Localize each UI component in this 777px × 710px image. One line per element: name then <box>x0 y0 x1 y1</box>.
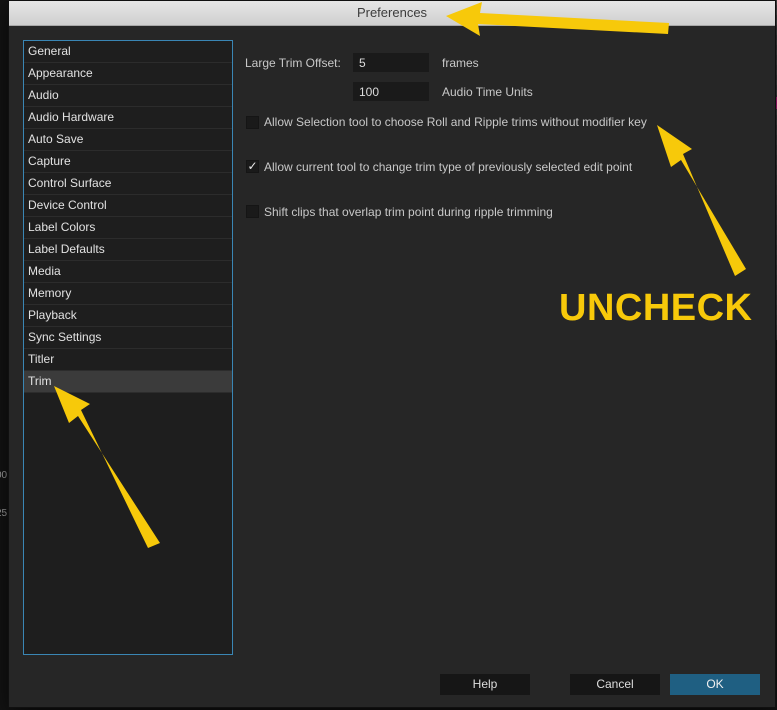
background-ruler: 00 25 <box>0 462 8 522</box>
shift-clips-label: Shift clips that overlap trim point duri… <box>264 205 553 219</box>
sidebar-item-titler[interactable]: Titler <box>24 349 232 371</box>
annotation-uncheck-text: UNCHECK <box>559 287 753 329</box>
ruler-label-bottom: 25 <box>0 508 8 519</box>
preferences-sidebar: General Appearance Audio Audio Hardware … <box>23 40 233 655</box>
large-trim-offset-label: Large Trim Offset: <box>245 56 341 70</box>
frames-unit-label: frames <box>442 56 479 70</box>
allow-selection-tool-checkbox[interactable] <box>246 116 259 129</box>
window-title: Preferences <box>356 5 428 20</box>
checkmark-icon: ✓ <box>247 159 258 173</box>
sidebar-item-label-colors[interactable]: Label Colors <box>24 217 232 239</box>
sidebar-item-memory[interactable]: Memory <box>24 283 232 305</box>
preferences-dialog: Preferences General Appearance Audio Aud… <box>8 0 776 708</box>
ruler-label-top: 00 <box>0 470 8 481</box>
sidebar-item-sync-settings[interactable]: Sync Settings <box>24 327 232 349</box>
sidebar-item-auto-save[interactable]: Auto Save <box>24 129 232 151</box>
shift-clips-checkbox[interactable] <box>246 205 259 218</box>
ok-button[interactable]: OK <box>670 674 760 695</box>
sidebar-item-general[interactable]: General <box>24 41 232 63</box>
sidebar-item-capture[interactable]: Capture <box>24 151 232 173</box>
audio-time-units-label: Audio Time Units <box>442 85 533 99</box>
allow-selection-tool-label: Allow Selection tool to choose Roll and … <box>264 115 647 129</box>
cancel-button[interactable]: Cancel <box>570 674 660 695</box>
large-trim-offset-frames-input[interactable]: 5 <box>353 53 429 72</box>
allow-current-tool-checkbox[interactable]: ✓ <box>246 160 259 173</box>
sidebar-item-control-surface[interactable]: Control Surface <box>24 173 232 195</box>
sidebar-item-audio[interactable]: Audio <box>24 85 232 107</box>
sidebar-item-media[interactable]: Media <box>24 261 232 283</box>
sidebar-item-playback[interactable]: Playback <box>24 305 232 327</box>
help-button[interactable]: Help <box>440 674 530 695</box>
sidebar-item-audio-hardware[interactable]: Audio Hardware <box>24 107 232 129</box>
sidebar-item-label-defaults[interactable]: Label Defaults <box>24 239 232 261</box>
allow-current-tool-label: Allow current tool to change trim type o… <box>264 160 633 174</box>
sidebar-item-appearance[interactable]: Appearance <box>24 63 232 85</box>
large-trim-offset-audio-input[interactable]: 100 <box>353 82 429 101</box>
window-titlebar[interactable]: Preferences <box>9 1 775 26</box>
sidebar-item-trim[interactable]: Trim <box>24 371 232 393</box>
sidebar-item-device-control[interactable]: Device Control <box>24 195 232 217</box>
